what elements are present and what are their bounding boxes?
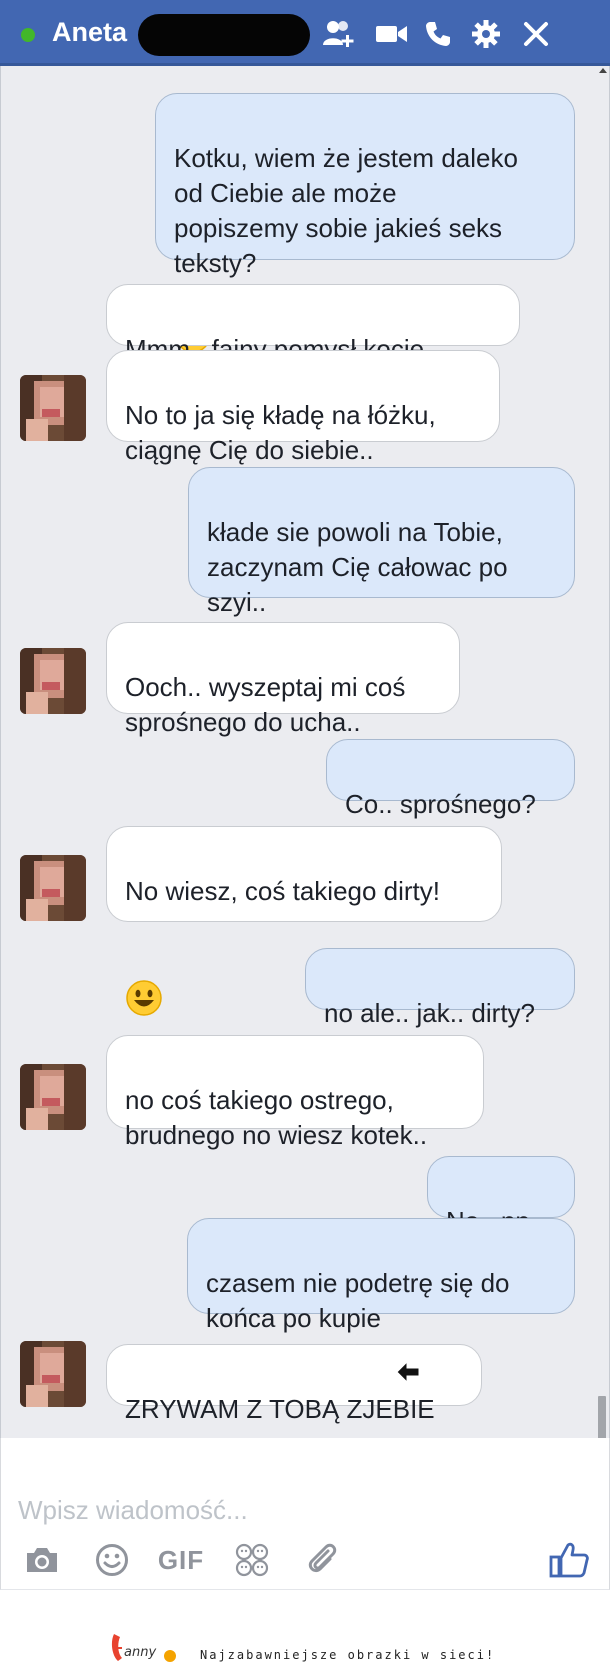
gear-icon[interactable]: [468, 16, 504, 52]
thumbs-up-icon[interactable]: [547, 1538, 591, 1582]
scrollbar-thumb[interactable]: [598, 1396, 606, 1444]
add-people-icon[interactable]: [321, 16, 357, 52]
watermark-footer: [0, 1590, 610, 1677]
mouse-cursor-icon: [395, 1360, 423, 1389]
surname-redaction: [138, 14, 310, 56]
message-bubble-sent[interactable]: kłade sie powoli na Tobie, zaczynam Cię …: [188, 467, 575, 617]
message-bubble-received[interactable]: Ooch.. wyszeptaj mi coś sprośnego do uch…: [106, 622, 460, 737]
contact-avatar[interactable]: [20, 855, 86, 921]
contact-avatar[interactable]: [20, 375, 86, 441]
scroll-up-arrow[interactable]: [599, 68, 607, 73]
stickers-icon[interactable]: [232, 1538, 272, 1582]
gif-button[interactable]: GIF: [158, 1538, 204, 1582]
contact-avatar[interactable]: [20, 1064, 86, 1130]
attachment-icon[interactable]: [302, 1538, 342, 1582]
message-bubble-received[interactable]: no coś takiego ostrego, brudnego no wies…: [106, 1035, 484, 1150]
message-bubble-sent[interactable]: czasem nie podetrę się do końca po kupie: [187, 1218, 575, 1333]
video-call-icon[interactable]: [374, 16, 410, 52]
message-bubble-received[interactable]: Mmm.. fajny pomysł kocie: [106, 284, 520, 439]
online-status-dot: [21, 28, 35, 42]
site-logo: anny: [108, 1628, 188, 1673]
phone-icon[interactable]: [420, 16, 456, 52]
message-bubble-sent[interactable]: No.. np..: [427, 1156, 575, 1236]
watermark-tagline: Najzabawniejsze obrazki w sieci!: [200, 1648, 496, 1662]
message-input[interactable]: [18, 1490, 558, 1530]
message-bubble-sent[interactable]: Co.. sprośnego?: [326, 739, 575, 819]
chat-header: Aneta: [0, 0, 610, 66]
message-bubble-sent[interactable]: no ale.. jak.. dirty?: [305, 948, 575, 1028]
close-icon[interactable]: [518, 16, 554, 52]
contact-avatar[interactable]: [20, 1341, 86, 1407]
camera-icon[interactable]: [22, 1538, 62, 1582]
svg-text:anny: anny: [124, 1645, 156, 1660]
smile-emoji-icon: [125, 944, 163, 1026]
emoji-icon[interactable]: [92, 1538, 132, 1582]
message-bubble-received[interactable]: ZRYWAM Z TOBĄ ZJEBIE: [106, 1344, 482, 1424]
message-bubble-received[interactable]: No to ja się kładę na łóżku, ciągnę Cię …: [106, 350, 500, 465]
contact-avatar[interactable]: [20, 648, 86, 714]
message-bubble-received[interactable]: No wiesz, coś takiego dirty!: [106, 826, 502, 1016]
contact-name[interactable]: Aneta: [52, 17, 127, 48]
message-bubble-sent[interactable]: Kotku, wiem że jestem daleko od Ciebie a…: [155, 93, 575, 353]
